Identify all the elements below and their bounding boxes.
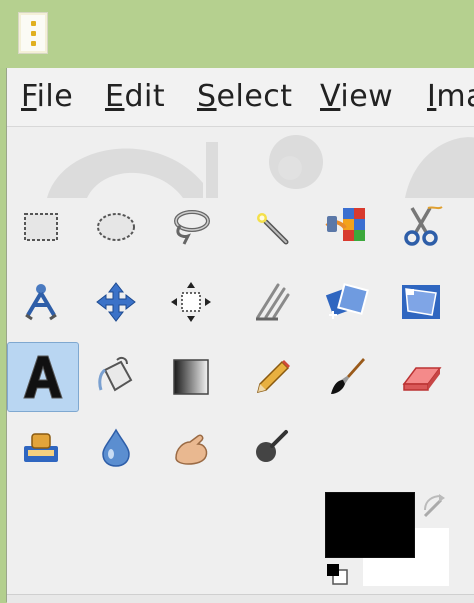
paint-bucket-icon [98,356,133,392]
bucket-fill-tool[interactable] [85,346,147,408]
rect-select-tool[interactable] [10,196,72,258]
free-select-tool[interactable] [160,196,222,258]
transform-tool[interactable] [315,271,377,333]
pencil-icon [256,360,290,394]
foreground-select-icon [25,284,57,321]
airbrush-tool[interactable] [240,416,302,478]
menu-select[interactable]: Select [197,79,293,114]
select-by-color-icon [325,208,365,241]
dodge-burn-tool[interactable] [160,416,222,478]
smudge-tool[interactable] [85,416,147,478]
ink-nib-icon [256,430,288,462]
ellipse-select-tool[interactable] [85,196,147,258]
paintbrush-icon [331,358,365,394]
move-arrows-icon [96,282,136,322]
select-by-color-tool[interactable] [315,196,377,258]
menu-edit[interactable]: Edit [105,79,165,114]
document-icon[interactable] [18,12,48,54]
align-tool[interactable] [160,271,222,333]
move-tool[interactable] [85,271,147,333]
finger-smudge-icon [175,434,208,465]
clone-stamp-icon [24,433,58,462]
swap-colors-icon[interactable] [421,492,451,522]
menu-image[interactable]: Ima [427,79,474,114]
crop-knife-icon [256,283,290,321]
wilber-drop-area [7,128,474,198]
scissors-select-tool[interactable] [390,196,452,258]
lasso-icon [174,210,210,245]
ellipse-select-icon [97,213,135,241]
clone-tool[interactable] [10,416,72,478]
default-colors-icon[interactable] [325,562,351,588]
text-tool[interactable] [7,342,79,412]
perspective-tool[interactable] [390,271,452,333]
menu-bar: File Edit Select View Ima [7,68,474,127]
water-drop-icon [102,428,130,467]
blend-tool[interactable] [160,346,222,408]
align-icon [171,282,211,322]
text-a-icon [23,355,63,399]
paintbrush-tool[interactable] [315,346,377,408]
wilber-logo-icon [47,135,474,198]
magic-wand-icon [257,213,289,245]
scissors-icon [404,206,443,246]
fuzzy-select-tool[interactable] [240,196,302,258]
foreground-select-tool[interactable] [10,271,72,333]
menu-view[interactable]: View [320,79,393,114]
pencil-tool[interactable] [240,346,302,408]
title-bar [0,0,474,68]
rect-select-icon [24,213,58,241]
eraser-tool[interactable] [390,346,452,408]
menu-file[interactable]: File [21,79,73,114]
crop-tool[interactable] [240,271,302,333]
eraser-icon [402,367,442,391]
perspective-icon [402,285,440,319]
rotate-transform-icon [325,283,369,319]
foreground-color-swatch[interactable] [325,492,415,558]
gradient-icon [173,359,209,395]
gimp-toolbox-window: File Edit Select View Ima [6,68,474,603]
